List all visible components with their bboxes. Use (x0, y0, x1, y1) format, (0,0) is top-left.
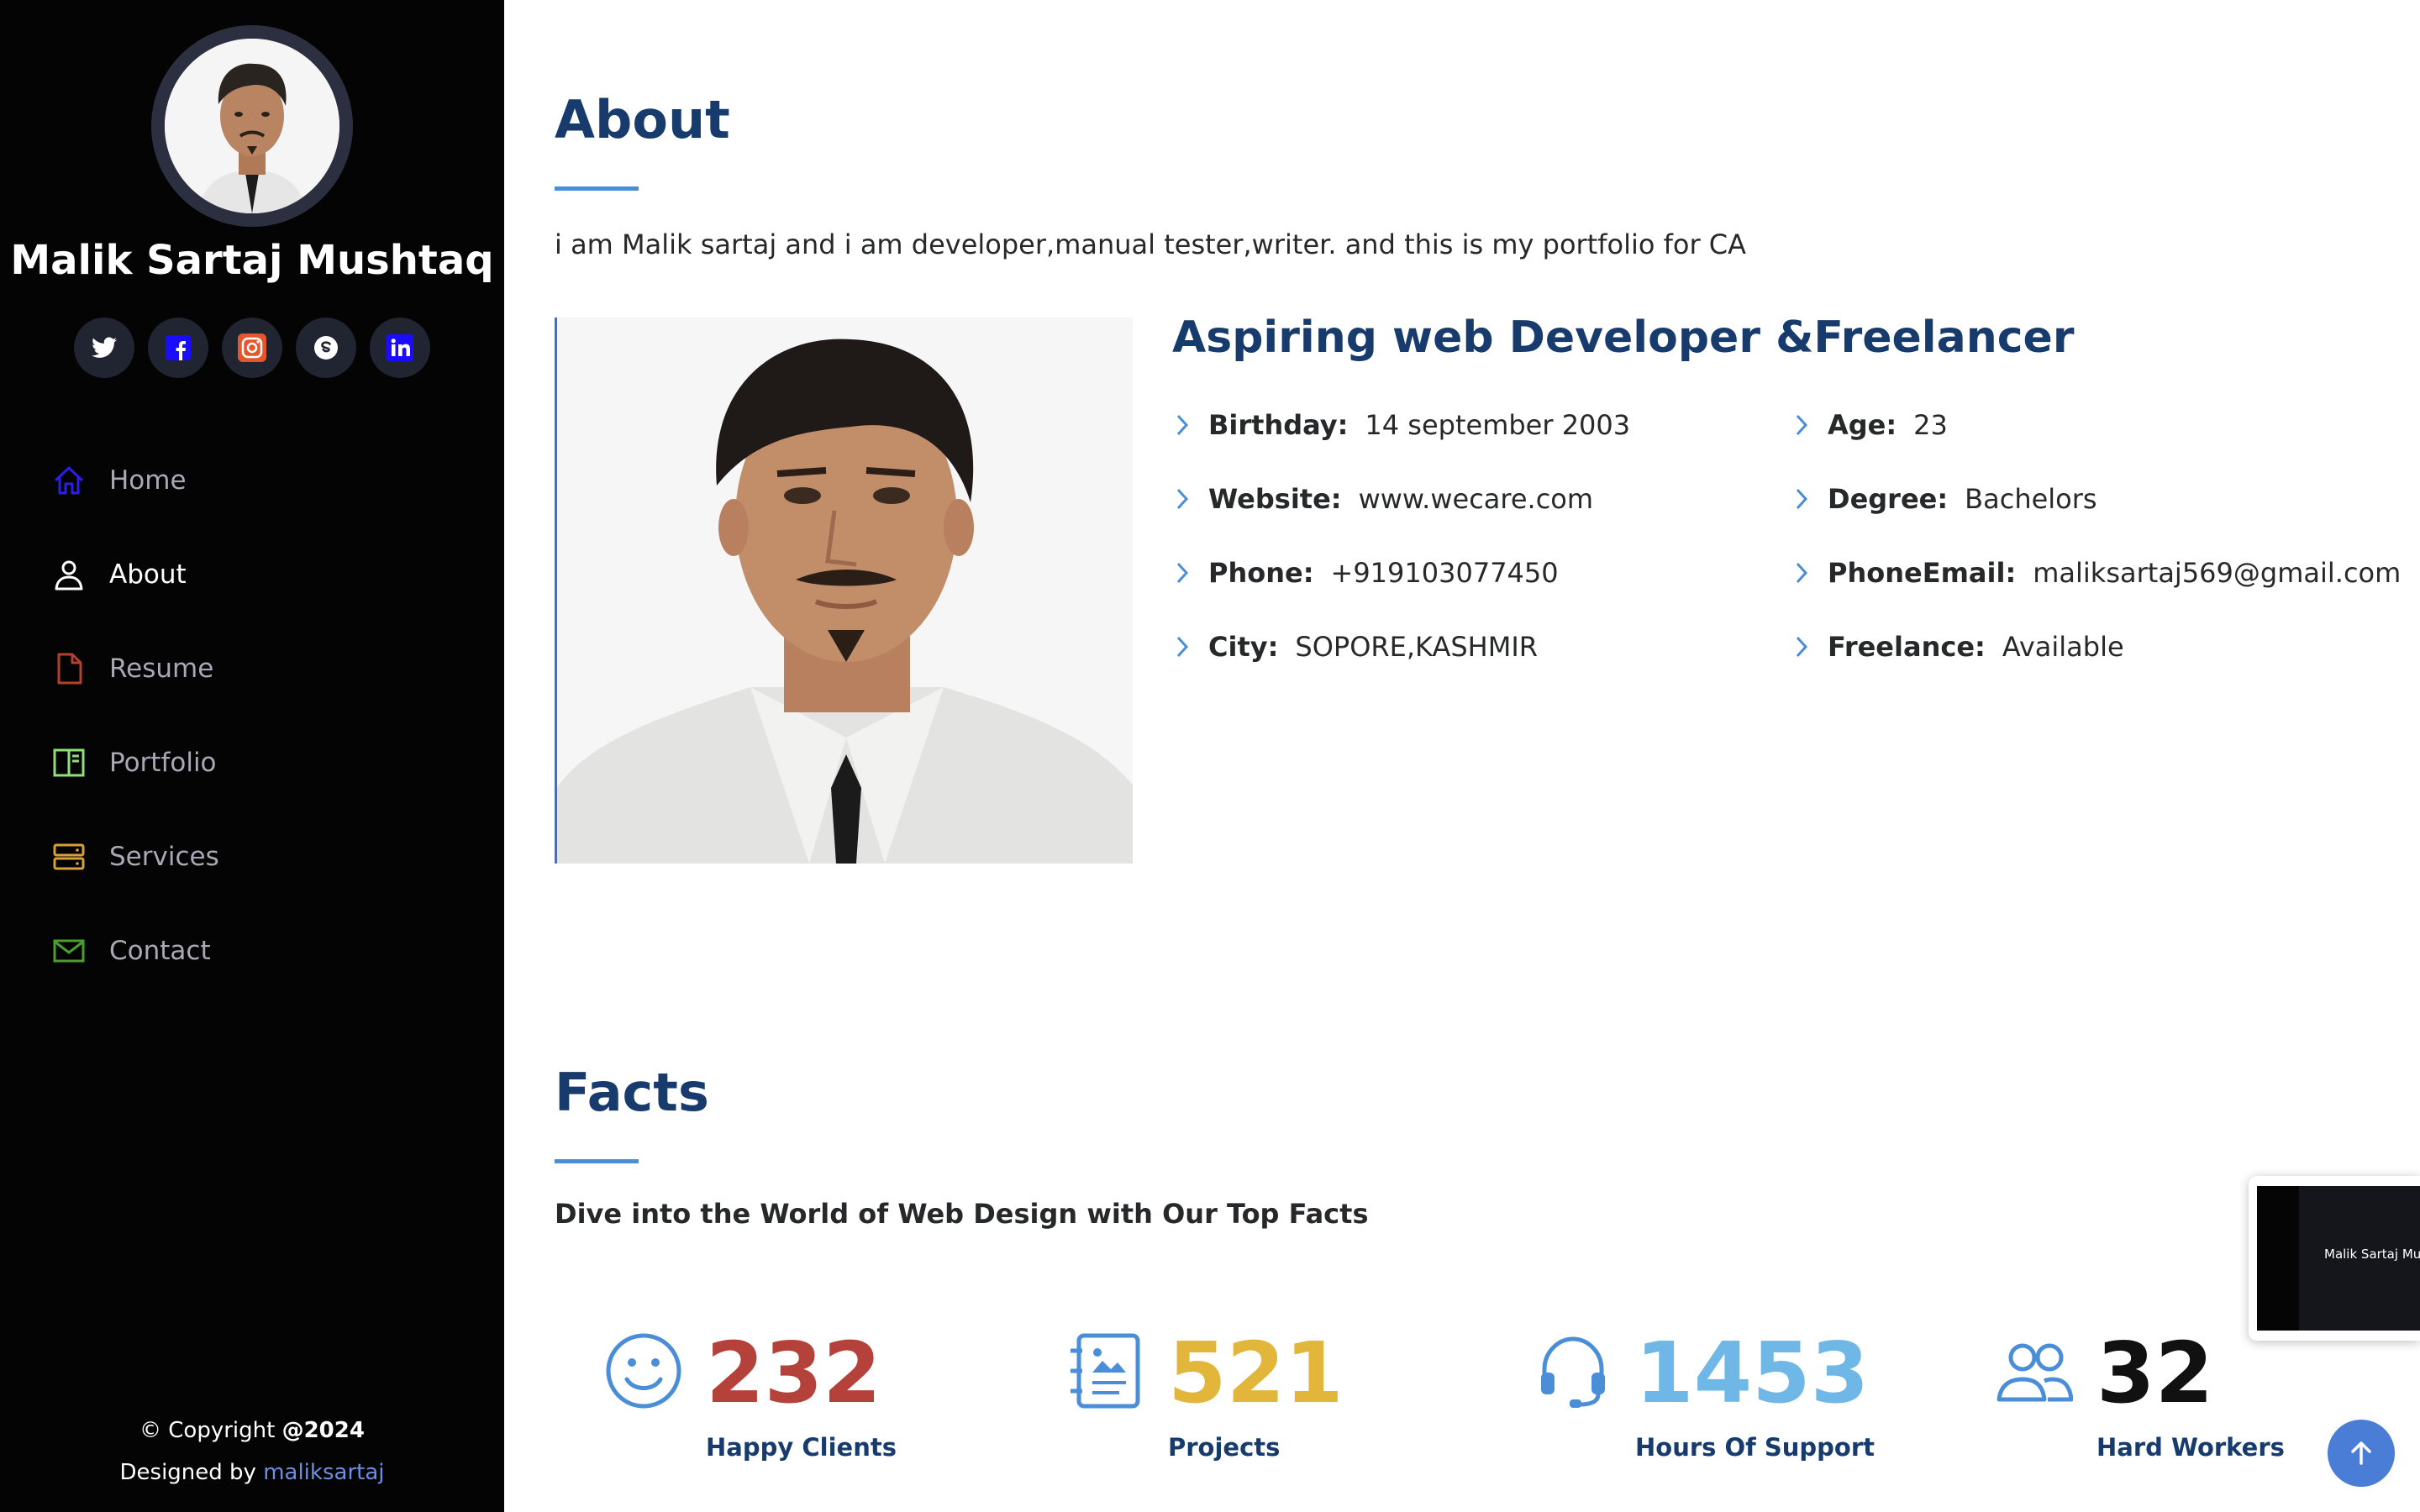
nav-item-portfolio[interactable]: Portfolio (50, 716, 471, 810)
nav-item-home[interactable]: Home (50, 433, 471, 528)
info-list-right: Age: 23 Degree: Bachelors PhoneEmail: ma… (1794, 388, 2401, 684)
nav-item-label: Portfolio (109, 748, 217, 778)
person-icon (50, 556, 87, 593)
avatar-portrait-image (165, 39, 339, 213)
chevron-right-icon (1175, 413, 1208, 437)
back-to-top-button[interactable] (2328, 1420, 2395, 1487)
nav-item-label: Services (109, 842, 219, 872)
fact-number: 32 (2096, 1324, 2214, 1422)
about-title: About (555, 89, 730, 150)
thumbnail-title: Malik Sartaj Mushtaq (2324, 1247, 2420, 1262)
chevron-right-icon (1175, 487, 1208, 511)
people-icon (1996, 1332, 2076, 1413)
linkedin-link[interactable] (370, 318, 430, 378)
info-item: Degree: Bachelors (1794, 462, 2401, 536)
facebook-icon (166, 335, 191, 360)
book-half-icon (50, 744, 87, 781)
info-item: Age: 23 (1794, 388, 2401, 462)
profile-name: Malik Sartaj Mushtaq (10, 237, 494, 284)
info-item: Birthday: 14 september 2003 (1175, 388, 1630, 462)
fact-label: Hours Of Support (1635, 1433, 1876, 1462)
nav-item-label: Resume (109, 654, 214, 684)
social-links (67, 318, 437, 378)
nav-item-label: Contact (109, 936, 211, 966)
headset-icon (1534, 1332, 1615, 1413)
chevron-right-icon (1794, 487, 1828, 511)
thumbnail-sidebar (2257, 1186, 2299, 1331)
about-heading: Aspiring web Developer &Freelancer (1172, 312, 2075, 363)
avatar-ring (151, 25, 353, 227)
profile-photo-image (557, 318, 1133, 864)
file-icon (50, 650, 87, 687)
info-item: Phone: +919103077450 (1175, 536, 1630, 610)
nav-item-label: Home (109, 465, 187, 496)
fact-label: Hard Workers (2096, 1433, 2285, 1462)
server-icon (50, 838, 87, 875)
chevron-right-icon (1794, 635, 1828, 659)
fact-number: 1453 (1635, 1324, 1870, 1422)
nav-item-label: About (109, 559, 187, 590)
envelope-icon (50, 932, 87, 969)
skype-icon (314, 336, 338, 360)
thumbnail-image: Malik Sartaj Mushtaq (2257, 1186, 2420, 1331)
nav-item-services[interactable]: Services (50, 810, 471, 904)
nav-item-about[interactable]: About (50, 528, 471, 622)
info-item: PhoneEmail: maliksartaj569@gmail.com (1794, 536, 2401, 610)
fact-number: 232 (706, 1324, 881, 1422)
sidebar: Malik Sartaj Mushtaq Home About Resume P… (0, 0, 504, 1512)
journal-richtext-icon (1067, 1332, 1148, 1413)
side-nav: Home About Resume Portfolio Services Con… (50, 433, 471, 998)
credits: Designed by maliksartaj (119, 1460, 385, 1485)
info-item: City: SOPORE,KASHMIR (1175, 610, 1630, 684)
info-item: Freelance: Available (1794, 610, 2401, 684)
chevron-right-icon (1175, 561, 1208, 585)
fact-number: 521 (1168, 1324, 1344, 1422)
about-title-underline (555, 186, 639, 191)
house-icon (50, 462, 87, 499)
fact-label: Projects (1168, 1433, 1281, 1462)
about-intro: i am Malik sartaj and i am developer,man… (555, 228, 1747, 260)
nav-item-resume[interactable]: Resume (50, 622, 471, 716)
chevron-right-icon (1175, 635, 1208, 659)
info-list-left: Birthday: 14 september 2003 Website: www… (1175, 388, 1630, 684)
skype-link[interactable] (296, 318, 356, 378)
page-preview-thumbnail[interactable]: Malik Sartaj Mushtaq (2249, 1176, 2420, 1341)
twitter-icon (92, 337, 117, 358)
copyright: © Copyright @2024 (139, 1418, 365, 1443)
facts-subtitle: Dive into the World of Web Design with O… (555, 1198, 1369, 1230)
chevron-right-icon (1794, 561, 1828, 585)
footer: © Copyright @2024 Designed by maliksarta… (0, 1410, 504, 1494)
avatar[interactable] (165, 39, 339, 213)
facts-title: Facts (555, 1062, 709, 1123)
nav-item-contact[interactable]: Contact (50, 904, 471, 998)
twitter-link[interactable] (74, 318, 134, 378)
fact-label: Happy Clients (706, 1433, 897, 1462)
linkedin-icon (387, 334, 413, 361)
emoji-smile-icon (605, 1332, 686, 1413)
facebook-link[interactable] (148, 318, 208, 378)
designer-link[interactable]: maliksartaj (263, 1460, 384, 1485)
facts-title-underline (555, 1159, 639, 1163)
profile-photo (555, 318, 1133, 864)
arrow-up-icon (2351, 1441, 2371, 1465)
chevron-right-icon (1794, 413, 1828, 437)
info-item: Website: www.wecare.com (1175, 462, 1630, 536)
instagram-link[interactable] (222, 318, 282, 378)
instagram-icon (238, 333, 266, 362)
